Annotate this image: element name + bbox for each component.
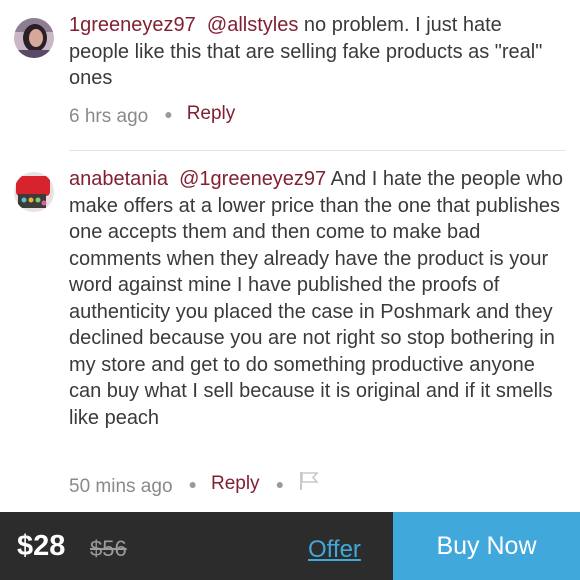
comment-meta: 6 hrs ago ● Reply [69, 103, 236, 128]
comment-body: And I hate the people who make offers at… [69, 168, 564, 429]
separator-dot: ● [164, 106, 173, 122]
comment-username[interactable]: 1greeneyez97 [69, 14, 196, 36]
offer-button[interactable]: Offer [308, 536, 361, 564]
avatar[interactable] [14, 172, 54, 212]
buy-now-button[interactable]: Buy Now [393, 512, 580, 580]
comment-username[interactable]: anabetania [69, 168, 168, 190]
comment-mention[interactable]: @allstyles [207, 14, 298, 36]
separator-dot: ● [188, 476, 197, 492]
flag-icon[interactable] [298, 471, 320, 497]
comment-time: 50 mins ago [69, 476, 173, 497]
comment-time: 6 hrs ago [69, 106, 149, 127]
reply-button[interactable]: Reply [211, 473, 260, 495]
separator-dot: ● [275, 476, 285, 492]
reply-button[interactable]: Reply [187, 103, 236, 125]
comment-meta: 50 mins ago ● Reply ● [69, 471, 320, 500]
comment-divider [69, 150, 566, 151]
comment-text: 1greeneyez97 @allstyles no problem. I ju… [69, 12, 565, 92]
listing-price: $28 [17, 530, 66, 562]
user-avatar-icon [14, 18, 54, 58]
avatar[interactable] [14, 18, 54, 58]
purchase-bar: $28 $56 Offer Buy Now [0, 512, 580, 580]
original-price: $56 [90, 536, 127, 561]
buy-now-label: Buy Now [436, 531, 537, 560]
comment-text: anabetania @1greeneyez97 And I hate the … [69, 166, 565, 431]
comment-mention[interactable]: @1greeneyez97 [179, 168, 326, 190]
user-avatar-icon [14, 172, 54, 212]
